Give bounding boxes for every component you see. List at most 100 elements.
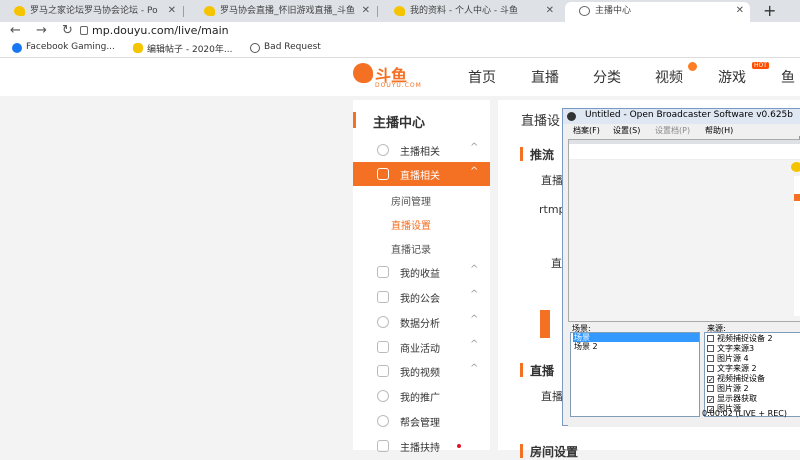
nav-fishbar[interactable]: 鱼: [781, 67, 795, 87]
source-item[interactable]: 视频捕捉设备 2: [707, 334, 773, 344]
globe-icon: [250, 43, 260, 53]
checkbox[interactable]: [707, 385, 714, 392]
section-title-room: 房间设置: [530, 445, 579, 459]
browser-tab-active[interactable]: 主播中心 ✕: [565, 2, 750, 22]
obs-menu-bar: 档案(F) 设置(S) 设置档(P) 帮助(H): [563, 124, 800, 136]
globe-icon: [579, 6, 590, 16]
section-title-stream: 推流: [530, 148, 555, 162]
tab-title: 罗马协会直播_怀旧游戏直播_斗鱼: [220, 6, 356, 16]
sidebar-item-label: 数据分析: [400, 319, 440, 330]
sidebar-item-clan[interactable]: 帮会管理: [353, 409, 490, 433]
url-field[interactable]: mp.douyu.com/live/main: [92, 24, 229, 37]
scenes-list[interactable]: 场景 场景 2: [570, 332, 700, 417]
close-tab-icon[interactable]: ✕: [736, 2, 744, 20]
douyu-favicon-icon: [14, 6, 25, 16]
new-tab-icon[interactable]: +: [763, 1, 776, 20]
field-label: 直播: [541, 174, 563, 187]
fish-logo-icon: [353, 63, 373, 83]
preview-logo: [791, 162, 800, 172]
action-button[interactable]: [540, 310, 550, 338]
sidebar-item-business[interactable]: 商业活动 ^: [353, 335, 490, 359]
obs-window[interactable]: Untitled - Open Broadcaster Software v0.…: [562, 108, 800, 427]
lock-icon[interactable]: [80, 26, 88, 35]
obs-menu-file[interactable]: 档案(F): [573, 125, 600, 136]
sidebar-subitem-live-settings[interactable]: 直播设置: [391, 217, 431, 232]
sidebar-item-live[interactable]: 直播相关 ^: [353, 162, 490, 186]
sidebar-item-support[interactable]: 主播扶持: [353, 434, 490, 458]
sidebar: 主播中心 主播相关 ^ 直播相关 ^ 房间管理 直播设置 直播记录 我的收益 ^…: [353, 100, 490, 454]
page-title: 直播设: [521, 114, 561, 129]
obs-title-bar[interactable]: Untitled - Open Broadcaster Software v0.…: [563, 109, 800, 124]
checkbox-checked[interactable]: ✓: [707, 376, 714, 384]
sidebar-title: 主播中心: [373, 116, 426, 131]
sidebar-subitem-live-records[interactable]: 直播记录: [391, 241, 431, 256]
field-label: 直播: [541, 390, 563, 403]
close-tab-icon[interactable]: ✕: [168, 2, 176, 20]
nav-home[interactable]: 首页: [468, 67, 496, 87]
browser-tab[interactable]: 罗马之家论坛罗马协会论坛 - Po ✕: [0, 2, 182, 22]
checkbox[interactable]: [707, 365, 714, 372]
obs-menu-profile[interactable]: 设置档(P): [655, 125, 690, 136]
source-item[interactable]: 图片源 4: [707, 354, 749, 364]
sidebar-item-label: 主播相关: [400, 147, 440, 158]
sidebar-item-videos[interactable]: 我的视频 ^: [353, 359, 490, 383]
site-header: 斗鱼 DOUYU.COM 首页 直播 分类 视频 游戏 HOT 鱼: [0, 58, 800, 96]
tv-icon: [377, 168, 389, 180]
close-tab-icon[interactable]: ✕: [362, 2, 370, 20]
wallet-icon: [377, 266, 389, 278]
source-item[interactable]: ✓ 视频捕捉设备: [707, 374, 765, 384]
scene-item[interactable]: 场景: [573, 333, 699, 342]
hot-badge: HOT: [752, 62, 769, 69]
sources-list[interactable]: 视频捕捉设备 2 文字来源3 图片源 4 文字来源 2 ✓ 视频捕捉设备 图片源 …: [704, 332, 800, 417]
obs-menu-settings[interactable]: 设置(S): [613, 125, 640, 136]
forward-arrow-icon[interactable]: →: [36, 22, 47, 40]
sidebar-item-label: 我的公会: [400, 294, 440, 305]
source-label: 文字来源3: [717, 344, 755, 353]
sidebar-item-label: 主播扶持: [400, 443, 440, 454]
nav-games[interactable]: 游戏: [718, 67, 746, 87]
sidebar-item-label: 我的推广: [400, 393, 440, 404]
source-item[interactable]: 文字来源3: [707, 344, 754, 354]
sidebar-item-earnings[interactable]: 我的收益 ^: [353, 260, 490, 284]
preview-addressbar: [569, 144, 800, 152]
sidebar-item-label: 直播相关: [400, 171, 440, 182]
bookmark-item[interactable]: Facebook Gaming...: [12, 42, 115, 53]
logo-subtext: DOUYU.COM: [375, 82, 422, 89]
preview-bookmarks: [569, 152, 800, 160]
preview-page: [569, 160, 800, 321]
sidebar-item-guild[interactable]: 我的公会 ^: [353, 285, 490, 309]
nav-live[interactable]: 直播: [531, 67, 559, 87]
obs-menu-help[interactable]: 帮助(H): [705, 125, 733, 136]
reload-icon[interactable]: ↻: [62, 22, 73, 40]
browser-tab[interactable]: 我的资料 - 个人中心 - 斗鱼 ✕: [380, 2, 560, 22]
checkbox-checked[interactable]: ✓: [707, 396, 714, 404]
sidebar-item-promotion[interactable]: 我的推广: [353, 384, 490, 408]
douyu-logo[interactable]: 斗鱼 DOUYU.COM: [353, 61, 423, 93]
sidebar-item-analytics[interactable]: 数据分析 ^: [353, 310, 490, 334]
sidebar-title-accent: [353, 112, 356, 128]
checkbox[interactable]: [707, 345, 714, 352]
notification-dot: [457, 444, 461, 448]
browser-tab[interactable]: 罗马协会直播_怀旧游戏直播_斗鱼 ✕: [190, 2, 376, 22]
back-arrow-icon[interactable]: ←: [10, 22, 21, 40]
bookmark-item[interactable]: Bad Request: [250, 42, 321, 53]
checkbox[interactable]: [707, 335, 714, 342]
obs-title: Untitled - Open Broadcaster Software v0.…: [585, 110, 793, 120]
sidebar-item-label: 我的收益: [400, 269, 440, 280]
nav-video[interactable]: 视频: [655, 67, 683, 87]
nav-category[interactable]: 分类: [593, 67, 621, 87]
chevron-up-icon: ^: [470, 264, 479, 275]
source-item[interactable]: ✓ 显示器获取: [707, 394, 757, 404]
source-label: 图片源 4: [717, 354, 749, 363]
bookmark-item[interactable]: 编辑帖子 - 2020年...: [133, 42, 232, 55]
scene-item[interactable]: 场景 2: [573, 342, 699, 351]
sidebar-subitem-room[interactable]: 房间管理: [391, 193, 431, 208]
microphone-icon: [377, 144, 389, 156]
address-bar: ← → ↻ mp.douyu.com/live/main: [0, 22, 800, 40]
chevron-up-icon: ^: [470, 166, 479, 177]
source-item[interactable]: 图片源 2: [707, 384, 749, 394]
close-tab-icon[interactable]: ✕: [546, 2, 554, 20]
source-item[interactable]: 文字来源 2: [707, 364, 757, 374]
checkbox[interactable]: [707, 355, 714, 362]
sidebar-item-anchor[interactable]: 主播相关 ^: [353, 138, 490, 162]
